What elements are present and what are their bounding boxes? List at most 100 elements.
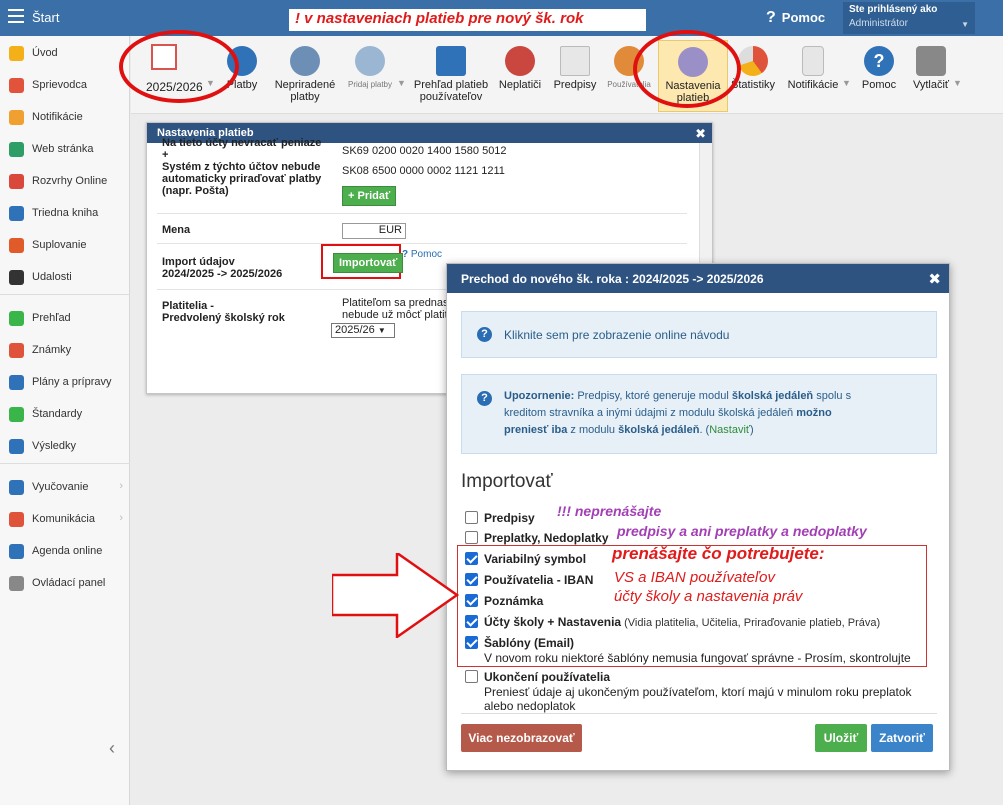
option-ucty-skoly[interactable]: Účty školy + Nastavenia (Vidia platiteli…	[465, 615, 880, 629]
checkbox[interactable]	[465, 594, 478, 607]
sidebar-item-label: Ovládací panel	[32, 577, 106, 589]
sidebar-icon	[9, 343, 24, 358]
sidebar-item-13[interactable]: Vyučovanie ›	[0, 475, 130, 501]
sidebar-item-label: Známky	[32, 344, 72, 356]
hide-forever-button[interactable]: Viac nezobrazovať	[461, 724, 582, 752]
money-bag-add-icon	[355, 46, 385, 76]
chevron-down-icon[interactable]: ▼	[397, 78, 406, 88]
currency-input[interactable]: EUR	[342, 223, 406, 239]
chevron-down-icon: ▼	[961, 20, 969, 29]
warning-box: ? Upozornenie: Predpisy, ktoré generuje …	[461, 374, 937, 454]
save-button[interactable]: Uložiť	[815, 724, 867, 752]
checkbox[interactable]	[465, 552, 478, 565]
add-account-button[interactable]: + Pridať	[342, 186, 397, 206]
option-sablony-note: V novom roku niektoré šablóny nemusia fu…	[484, 651, 911, 665]
sidebar-item-9[interactable]: Známky	[0, 338, 130, 364]
sidebar-item-14[interactable]: Komunikácia ›	[0, 507, 130, 533]
checkbox[interactable]	[465, 511, 478, 524]
sidebar-item-2[interactable]: Notifikácie	[0, 105, 130, 131]
sidebar-icon	[9, 78, 24, 93]
sidebar-item-label: Úvod	[32, 47, 58, 59]
currency-label: Mena	[162, 224, 191, 236]
accounts-label: Na tieto účty nevracať peniaze + Systém …	[162, 137, 322, 197]
payers-label: Platitelia - Predvolený školský rok	[162, 300, 285, 324]
question-icon: ?	[477, 391, 492, 406]
sidebar-item-5[interactable]: Triedna kniha	[0, 201, 130, 227]
toolbar-prehlad-platieb[interactable]: Prehľad platieb používateľov	[411, 46, 491, 103]
option-sablony[interactable]: Šablóny (Email)	[465, 636, 574, 650]
option-pouzivatelia-iban[interactable]: Používatelia - IBAN	[465, 573, 593, 587]
user-dropdown[interactable]: Ste prihlásený ako Administrátor ▼	[843, 2, 975, 34]
sidebar-item-6[interactable]: Suplovanie	[0, 233, 130, 259]
sidebar-item-12[interactable]: Výsledky	[0, 434, 130, 460]
sidebar-item-16[interactable]: Ovládací panel	[0, 571, 130, 597]
sidebar-icon	[9, 439, 24, 454]
sidebar-item-7[interactable]: Udalosti	[0, 265, 130, 291]
sidebar-icon	[9, 407, 24, 422]
checkbox[interactable]	[465, 636, 478, 649]
sidebar-item-label: Udalosti	[32, 271, 72, 283]
sidebar-item-label: Triedna kniha	[32, 207, 99, 219]
sidebar-item-1[interactable]: Sprievodca	[0, 73, 130, 99]
toolbar: ▼ Platby Nepriradené platby Pridaj platb…	[131, 36, 1003, 114]
start-link[interactable]: Štart	[32, 10, 59, 25]
sidebar-icon	[9, 512, 24, 527]
toolbar-pridaj-platby[interactable]: Pridaj platby	[345, 46, 395, 91]
option-preplatky[interactable]: Preplatky, Nedoplatky	[465, 531, 609, 545]
annotation-text: účty školy a nastavenia práv	[614, 588, 803, 605]
close-button[interactable]: Zatvoriť	[871, 724, 933, 752]
import-button[interactable]: Importovať	[333, 253, 404, 273]
school-year-select[interactable]: 2025/26 ▼	[331, 323, 395, 338]
sidebar-icon	[9, 206, 24, 221]
user-role: Administrátor	[849, 18, 908, 29]
sidebar-icon	[9, 576, 24, 591]
option-predpisy[interactable]: Predpisy	[465, 511, 535, 525]
sidebar-icon	[9, 110, 24, 125]
online-guide-link[interactable]: Kliknite sem pre zobrazenie online návod…	[504, 328, 729, 342]
accounts-row: Na tieto účty nevracať peniaze + Systém …	[157, 137, 687, 214]
sidebar-item-10[interactable]: Plány a prípravy	[0, 370, 130, 396]
sidebar-item-label: Komunikácia	[32, 513, 95, 525]
sidebar-item-11[interactable]: Štandardy	[0, 402, 130, 428]
sidebar: Úvod Sprievodca Notifikácie Web stránka Rozv…	[0, 36, 130, 805]
sidebar-item-label: Štandardy	[32, 408, 83, 420]
sidebar-item-15[interactable]: Agenda online	[0, 539, 130, 565]
toolbar-pomoc[interactable]: ? Pomoc	[859, 46, 899, 91]
checkbox[interactable]	[465, 670, 478, 683]
option-variabilny-symbol[interactable]: Variabilný symbol	[465, 552, 586, 566]
close-icon[interactable]: ✖	[928, 270, 941, 288]
toolbar-predpisy[interactable]: Predpisy	[551, 46, 599, 91]
toolbar-nepriradene-platby[interactable]: Nepriradené platby	[273, 46, 337, 103]
annotation-circle-settings	[633, 30, 741, 108]
close-icon[interactable]: ✖	[695, 126, 706, 142]
nastavit-link[interactable]: Nastaviť	[709, 424, 750, 436]
checkbox[interactable]	[465, 573, 478, 586]
sidebar-divider	[0, 463, 130, 464]
question-icon: ?	[766, 9, 776, 26]
checkbox[interactable]	[465, 531, 478, 544]
toolbar-notifikacie[interactable]: Notifikácie	[787, 46, 839, 91]
checkbox[interactable]	[465, 615, 478, 628]
sidebar-item-0[interactable]: Úvod	[0, 41, 130, 67]
sidebar-item-3[interactable]: Web stránka	[0, 137, 130, 163]
chevron-down-icon[interactable]: ▼	[842, 78, 851, 88]
collapse-sidebar-icon[interactable]: ‹	[109, 738, 115, 759]
help-link[interactable]: ? Pomoc	[402, 249, 442, 260]
toolbar-neplatici[interactable]: Neplatiči	[496, 46, 544, 91]
sidebar-icon	[9, 174, 24, 189]
option-ukonceni-note: Preniesť údaje aj ukončeným používateľom…	[484, 685, 912, 713]
sidebar-item-label: Výsledky	[32, 440, 77, 452]
import-heading: Importovať	[461, 471, 553, 492]
online-guide-box[interactable]: ? Kliknite sem pre zobrazenie online náv…	[461, 311, 937, 358]
sidebar-icon	[9, 46, 24, 61]
chevron-down-icon[interactable]: ▼	[953, 78, 962, 88]
help-link[interactable]: ? Pomoc	[766, 9, 825, 27]
sidebar-item-4[interactable]: Rozvrhy Online	[0, 169, 130, 195]
option-ukonceni[interactable]: Ukončení používatelia	[465, 670, 610, 684]
sidebar-item-label: Web stránka	[32, 143, 94, 155]
hamburger-menu-icon[interactable]	[8, 9, 24, 23]
option-poznamka[interactable]: Poznámka	[465, 594, 543, 608]
sidebar-item-8[interactable]: Prehľad	[0, 306, 130, 332]
top-bar: Štart ! v nastaveniach platieb pre nový …	[0, 0, 1003, 36]
toolbar-vytlacit[interactable]: Vytlačiť	[911, 46, 951, 91]
